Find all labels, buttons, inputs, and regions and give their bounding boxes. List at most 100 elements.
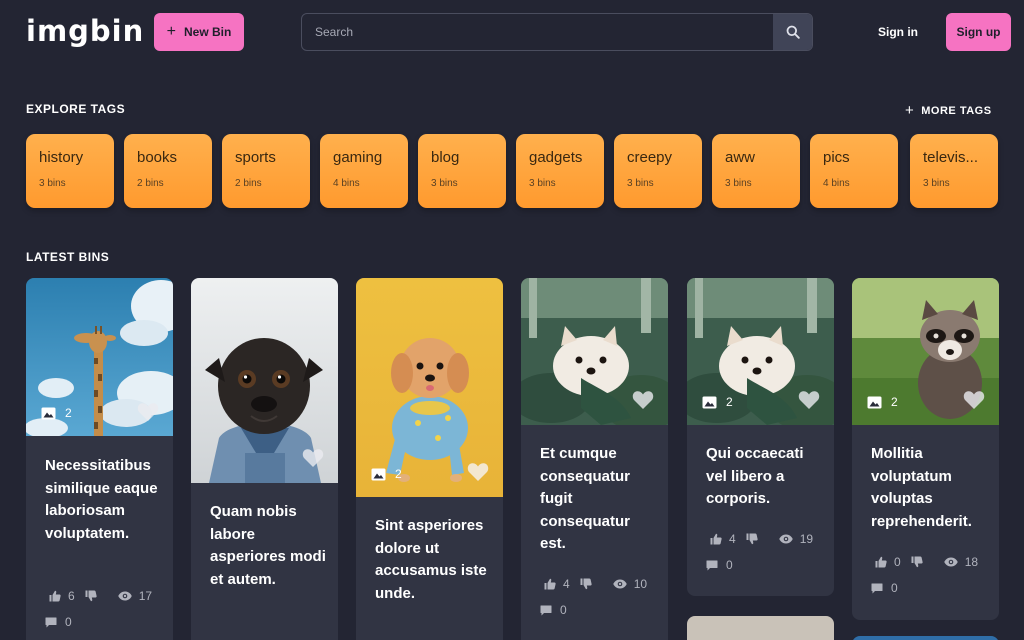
comment-icon[interactable] [871,583,883,594]
tag-name: aww [725,149,756,166]
bin-stats: 4 10 [544,577,647,591]
tag-card-pics[interactable]: pics 4 bins [810,134,898,208]
bin-thumbnail[interactable]: 2 [852,278,999,425]
tag-card-history[interactable]: history 3 bins [26,134,114,208]
bin-card[interactable] [852,636,999,640]
sign-in-link[interactable]: Sign in [878,25,918,39]
top-navbar: imgbin + New Bin Sign in Sign up [0,0,1024,64]
bin-thumbnail[interactable] [191,278,338,483]
eye-icon [117,591,132,601]
heart-icon[interactable] [467,462,489,482]
heart-icon[interactable] [963,390,985,410]
bin-stats: 6 17 [49,589,152,603]
tag-count: 3 bins [725,178,752,189]
bin-comments: 0 [706,558,733,572]
tag-card-gadgets[interactable]: gadgets 3 bins [516,134,604,208]
like-count: 0 [894,555,901,569]
bin-title[interactable]: Sint asperiores dolore ut accusamus iste… [375,515,495,605]
logo[interactable]: imgbin [26,14,144,48]
eye-icon [778,534,793,544]
tag-count: 3 bins [627,178,654,189]
bin-card[interactable]: 2 Necessitatibus similique eaque laborio… [26,278,173,640]
view-count: 17 [138,589,153,603]
tag-name: televis... [923,149,979,166]
search-bar [301,13,813,51]
bin-title[interactable]: Necessitatibus similique eaque laboriosa… [45,455,165,545]
image-icon [867,396,882,408]
tag-card-gaming[interactable]: gaming 4 bins [320,134,408,208]
bin-thumbnail[interactable]: 2 [687,278,834,431]
tag-name: history [39,149,84,166]
tag-count: 4 bins [333,178,360,189]
tag-card-aww[interactable]: aww 3 bins [712,134,800,208]
thumbs-up-icon[interactable] [49,590,61,602]
comment-icon[interactable] [45,617,57,628]
new-bin-button[interactable]: + New Bin [154,13,244,51]
like-count: 6 [68,589,75,603]
view-count: 19 [799,532,814,546]
bin-comments: 0 [540,603,567,617]
tag-name: gaming [333,149,383,166]
bin-card[interactable]: 2 Mollitia voluptatum voluptas reprehend… [852,278,999,620]
tag-count: 4 bins [823,178,850,189]
heart-icon[interactable] [632,390,654,410]
thumbs-up-icon[interactable] [710,533,722,545]
more-tags-button[interactable]: + MORE TAGS [905,102,992,119]
search-input[interactable] [302,14,774,50]
eye-icon [612,579,627,589]
image-count: 2 [41,406,72,420]
comment-icon[interactable] [706,560,718,571]
image-count: 2 [371,467,402,481]
tag-card-sports[interactable]: sports 2 bins [222,134,310,208]
tag-card-books[interactable]: books 2 bins [124,134,212,208]
thumbs-up-icon[interactable] [875,556,887,568]
bin-comments: 0 [871,581,898,595]
tag-list: history 3 bins books 2 bins sports 2 bin… [26,134,1000,208]
more-tags-label: MORE TAGS [921,104,992,117]
thumbs-up-icon[interactable] [544,578,556,590]
image-count: 2 [867,395,898,409]
like-count: 4 [729,532,736,546]
tag-card-television[interactable]: televis... 3 bins [910,134,998,208]
thumbs-down-icon[interactable] [911,556,923,568]
view-count: 10 [633,577,648,591]
sign-up-button[interactable]: Sign up [946,13,1011,51]
bin-card[interactable]: Quam nobis labore asperiores modi et aut… [191,278,338,640]
comment-icon[interactable] [540,605,552,616]
new-bin-label: New Bin [184,25,232,39]
tag-card-creepy[interactable]: creepy 3 bins [614,134,702,208]
image-count-value: 2 [891,395,898,409]
bin-thumbnail[interactable] [521,278,668,431]
image-count-value: 2 [65,406,72,420]
thumbs-down-icon[interactable] [580,578,592,590]
bin-card[interactable] [687,616,834,640]
thumbs-down-icon[interactable] [85,590,97,602]
bin-thumbnail[interactable]: 2 [356,278,503,497]
bin-title[interactable]: Qui occaecati vel libero a corporis. [706,443,826,511]
like-count: 4 [563,577,570,591]
latest-bins-heading: LATEST BINS [26,250,110,264]
tag-name: books [137,149,178,166]
search-button[interactable] [773,14,812,50]
tag-count: 2 bins [235,178,262,189]
explore-tags-heading: EXPLORE TAGS [26,102,126,116]
bin-stats: 0 18 [875,555,978,569]
bin-title[interactable]: Et cumque consequatur fugit consequatur … [540,443,660,556]
tag-name: sports [235,149,276,166]
bin-stats: 4 19 [710,532,813,546]
tag-card-blog[interactable]: blog 3 bins [418,134,506,208]
search-icon [786,25,800,39]
bin-title[interactable]: Quam nobis labore asperiores modi et aut… [210,501,330,591]
heart-icon[interactable] [302,448,324,468]
bin-thumbnail[interactable]: 2 [26,278,173,438]
bin-card[interactable]: 2 Sint asperiores dolore ut accusamus is… [356,278,503,640]
heart-icon[interactable] [137,402,159,422]
heart-icon[interactable] [798,390,820,410]
bin-card[interactable]: 2 Qui occaecati vel libero a corporis. 4… [687,278,834,596]
tag-count: 3 bins [923,178,950,189]
image-icon [41,407,56,419]
bin-title[interactable]: Mollitia voluptatum voluptas reprehender… [871,443,991,533]
bin-card[interactable]: Et cumque consequatur fugit consequatur … [521,278,668,640]
tag-name: creepy [627,149,673,166]
thumbs-down-icon[interactable] [746,533,758,545]
